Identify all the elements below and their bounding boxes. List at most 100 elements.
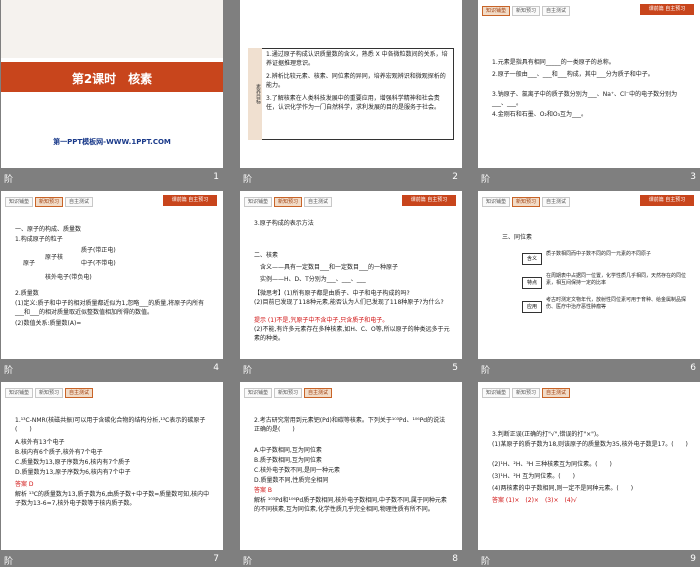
title-banner: 第2课时 核素 xyxy=(1,62,223,92)
slide-2: 素养目标 1.通过原子构成认识质量数的含义，熟悉 X 中各微粒数间的关系，培养证… xyxy=(240,0,462,168)
nav-tab[interactable]: 知识铺垫 xyxy=(482,388,511,398)
answer: 答案 B xyxy=(254,487,273,494)
section-header: 课前篇 自主预习 xyxy=(163,195,217,206)
text-line: (2)数值关系:质量数(A)= xyxy=(15,320,82,327)
slide-nav: 知识铺垫 新知预习 自主测试 xyxy=(5,388,94,398)
goal-line-3: 3.了解核素在人类科技发展中的重要应用，增强科学精神和社会责任，认识化学作为一门… xyxy=(266,95,441,111)
slide-title: 第2课时 核素 xyxy=(71,72,153,86)
example-line: 实例——H、D、T分别为___、___、___ xyxy=(260,276,366,283)
slide-9: 知识铺垫 新知预习 自主测试 3.判断正误(正确的打"√",错误的打"×")。 (1… xyxy=(478,382,700,550)
goal-line-1: 1.通过原子构成认识质量数的含义，熟悉 X 中各微粒数间的关系，培养证据推理意识… xyxy=(266,51,448,67)
text-line: (2)目前已发现了118种元素,能否认为人们已发现了118种原子?为什么? xyxy=(254,299,444,306)
slide-thumb-9[interactable]: 知识铺垫 新知预习 自主测试 3.判断正误(正确的打"√",错误的打"×")。 (1… xyxy=(478,382,700,567)
option: B.质子数相同,互为同位素 xyxy=(254,457,322,464)
text-line: 2.质量数 xyxy=(15,290,39,297)
nav-tab[interactable]: 自主测试 xyxy=(542,388,571,398)
nav-tab[interactable]: 自主测试 xyxy=(542,197,571,207)
nav-tab[interactable]: 新知预习 xyxy=(274,197,303,207)
slide-thumb-5[interactable]: 知识铺垫 新知预习 自主测试 课前篇 自主预习 3.原子构成的表示方法 二、核素 含… xyxy=(240,191,462,376)
nav-tab[interactable]: 自主测试 xyxy=(65,197,94,207)
statement: (1)某原子的质子数为18,则该原子的质量数为35,核外电子数是17。( ) xyxy=(492,441,688,448)
slide-number: 2 xyxy=(452,172,458,182)
explanation: 解析 ¹⁰³Pd和¹⁰⁶Pd质子数相同,核外电子数相同,中子数不同,属于同种元素… xyxy=(254,497,447,513)
text-line: 3.钠原子、氯离子中的质子数分别为___、Na⁺、Cl⁻中的电子数分别为___、… xyxy=(492,91,678,107)
text-line: (2)不能,有许多元素存在多种核素,如H、C、O等,所以原子的种类远多于元素的种… xyxy=(254,326,450,342)
slide-nav: 知识铺垫 新知预习 自主测试 xyxy=(482,6,571,16)
footer-label: 阶 xyxy=(481,557,491,567)
tree-root: 原子 xyxy=(23,260,36,267)
tree-proton: 质子(带正电) xyxy=(81,247,116,254)
text-line: 二、核素 xyxy=(254,252,279,259)
slide-1: 第2课时 核素 第一PPT模板网-WWW.1PPT.COM xyxy=(1,0,223,168)
nav-tab[interactable]: 新知预习 xyxy=(512,388,541,398)
slide-nav: 知识铺垫 新知预习 自主测试 xyxy=(244,197,333,207)
slide-thumb-7[interactable]: 知识铺垫 新知预习 自主测试 1.¹³C-NMR(核磁共振)可以用于含碳化合物的结构… xyxy=(1,382,223,567)
slide-5: 知识铺垫 新知预习 自主测试 课前篇 自主预习 3.原子构成的表示方法 二、核素 含… xyxy=(240,191,462,359)
text-line: 3.原子构成的表示方法 xyxy=(254,220,314,227)
nav-tab[interactable]: 新知预习 xyxy=(512,197,541,207)
option: C.质量数为13,原子序数为6,核内有7个质子 xyxy=(15,459,131,466)
option: A.核外有13个电子 xyxy=(15,439,65,446)
slide-thumb-8[interactable]: 知识铺垫 新知预习 自主测试 2.考古研究常用到元素钯(Pd)和碳等核素。下列关于¹… xyxy=(240,382,462,567)
goal-side-label: 素养目标 xyxy=(248,48,262,140)
slide-number: 4 xyxy=(213,363,219,373)
tree-neutron: 中子(不带电) xyxy=(81,260,116,267)
text-line: 1.元素是指具有相同_____的一类原子的总称。 xyxy=(492,59,615,66)
footer-label: 阶 xyxy=(243,175,253,185)
footer-label: 阶 xyxy=(4,175,14,185)
tree-electron: 核外电子(带负电) xyxy=(45,274,92,281)
statement: (3)¹H、²H 互为同位素。( ) xyxy=(492,473,575,480)
slide-thumb-6[interactable]: 知识铺垫 新知预习 自主测试 课前篇 自主预习 三、同位素 含义 特点 应用 质子数… xyxy=(478,191,700,376)
slide-thumb-4[interactable]: 知识铺垫 新知预习 自主测试 课前篇 自主预习 一、原子的构成、质量数 1.构成原子… xyxy=(1,191,223,376)
question: 3.判断正误(正确的打"√",错误的打"×")。 xyxy=(492,431,603,438)
text-line: 1.构成原子的粒子 xyxy=(15,236,63,243)
item-desc: 在周期表中占据同一位置，化学性质几乎相同，天然存在的同位素，相互间保持一定的比率 xyxy=(546,273,687,286)
site-text: 第一PPT模板网-WWW.1PPT.COM xyxy=(53,138,171,146)
question: 2.考古研究常用到元素钯(Pd)和碳等核素。下列关于¹⁰³Pd、¹⁰⁶Pd的说法… xyxy=(254,417,446,433)
slide-8: 知识铺垫 新知预习 自主测试 2.考古研究常用到元素钯(Pd)和碳等核素。下列关于¹… xyxy=(240,382,462,550)
nav-tab[interactable]: 自主测试 xyxy=(65,388,94,398)
slide-3: 知识铺垫 新知预习 自主测试 课前篇 自主预习 1.元素是指具有相同_____的一类… xyxy=(478,0,700,168)
statement: (4)两核素的中子数相同,则一定不是同种元素。( ) xyxy=(492,485,634,492)
nav-tab[interactable]: 新知预习 xyxy=(274,388,303,398)
slide-thumb-3[interactable]: 知识铺垫 新知预习 自主测试 课前篇 自主预习 1.元素是指具有相同_____的一类… xyxy=(478,0,700,185)
slide-thumb-2[interactable]: 素养目标 1.通过原子构成认识质量数的含义，熟悉 X 中各微粒数间的关系，培养证… xyxy=(240,0,462,185)
nav-tab[interactable]: 知识铺垫 xyxy=(244,197,273,207)
section-header: 课前篇 自主预习 xyxy=(640,4,694,15)
slide-nav: 知识铺垫 新知预习 自主测试 xyxy=(5,197,94,207)
nav-tab[interactable]: 新知预习 xyxy=(35,197,64,207)
goal-line-2: 2.辨析比较元素、核素、同位素的异同，培养宏观辨识和微观探析的能力。 xyxy=(266,73,446,89)
footer-label: 阶 xyxy=(4,366,14,376)
nav-tab[interactable]: 新知预习 xyxy=(512,6,541,16)
slide-thumb-1[interactable]: 第2课时 核素 第一PPT模板网-WWW.1PPT.COM 阶 1 xyxy=(1,0,223,185)
nav-tab[interactable]: 知识铺垫 xyxy=(244,388,273,398)
tree-nucleus: 原子核 xyxy=(45,254,64,261)
option: C.核外电子数不同,是同一种元素 xyxy=(254,467,341,474)
option: D.质量数为13,原子序数为6,核内有7个中子 xyxy=(15,469,131,476)
nav-tab[interactable]: 自主测试 xyxy=(304,197,333,207)
slide-number: 9 xyxy=(690,554,696,564)
nav-tab[interactable]: 知识铺垫 xyxy=(5,197,34,207)
slide-nav: 知识铺垫 新知预习 自主测试 xyxy=(244,388,333,398)
slide-4: 知识铺垫 新知预习 自主测试 课前篇 自主预习 一、原子的构成、质量数 1.构成原子… xyxy=(1,191,223,359)
text-line: (1)定义:质子和中子的相对质量都近似为1,忽略___的质量,将原子内所有___… xyxy=(15,300,205,316)
nav-tab[interactable]: 知识铺垫 xyxy=(482,197,511,207)
footer-label: 阶 xyxy=(243,366,253,376)
nav-tab[interactable]: 自主测试 xyxy=(542,6,571,16)
answer: 答案 D xyxy=(15,481,34,488)
slide-number: 5 xyxy=(452,363,458,373)
item-label: 含义 xyxy=(522,253,542,265)
answer: 答案 (1)× (2)× (3)× (4)√ xyxy=(492,497,577,504)
option: D.质量数不同,性质完全相同 xyxy=(254,477,329,484)
nav-tab[interactable]: 自主测试 xyxy=(304,388,333,398)
footer-label: 阶 xyxy=(481,366,491,376)
nav-tab[interactable]: 知识铺垫 xyxy=(482,6,511,16)
nav-tab[interactable]: 知识铺垫 xyxy=(5,388,34,398)
slide-top-band xyxy=(1,0,223,58)
slide-nav: 知识铺垫 新知预习 自主测试 xyxy=(482,197,571,207)
explanation: 解析 ¹³C的质量数为13,质子数为6,由质子数+中子数=质量数可知,核内中子数… xyxy=(15,491,210,507)
slide-6: 知识铺垫 新知预习 自主测试 课前篇 自主预习 三、同位素 含义 特点 应用 质子数… xyxy=(478,191,700,359)
nav-tab[interactable]: 新知预习 xyxy=(35,388,64,398)
hint-line: 提示 (1)不是,氕原子中不含中子,只含质子和电子。 xyxy=(254,317,389,324)
text-line: 三、同位素 xyxy=(502,234,533,241)
